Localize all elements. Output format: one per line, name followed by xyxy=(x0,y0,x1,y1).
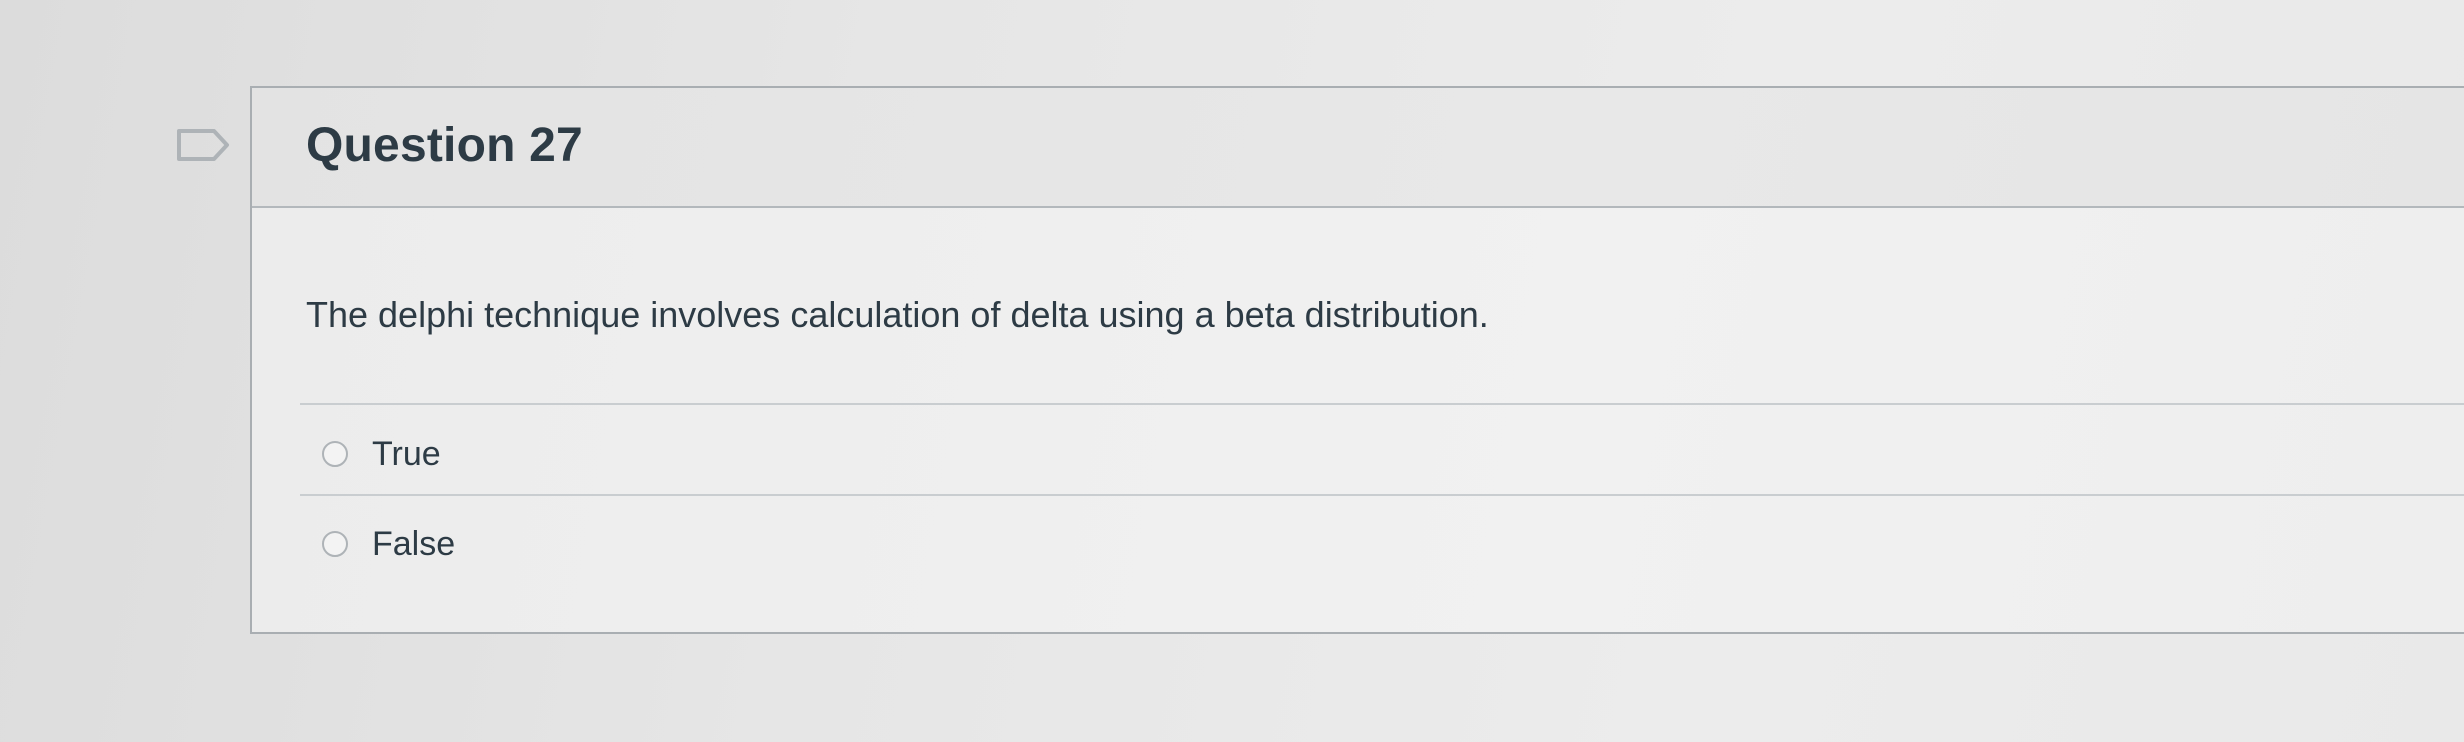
question-panel: Question 27 The delphi technique involve… xyxy=(250,86,2464,634)
answer-option-false[interactable]: False xyxy=(322,514,455,574)
divider xyxy=(300,403,2464,405)
question-header: Question 27 xyxy=(252,88,2464,208)
answer-label-false: False xyxy=(372,524,456,563)
answer-option-true[interactable]: True xyxy=(322,424,441,484)
radio-button-false[interactable] xyxy=(322,531,348,557)
answer-label-true: True xyxy=(372,434,441,473)
radio-button-true[interactable] xyxy=(322,441,348,467)
question-title: Question 27 xyxy=(306,119,583,172)
divider xyxy=(300,494,2464,496)
question-text: The delphi technique involves calculatio… xyxy=(306,294,1489,335)
flag-question-icon[interactable] xyxy=(176,128,232,162)
